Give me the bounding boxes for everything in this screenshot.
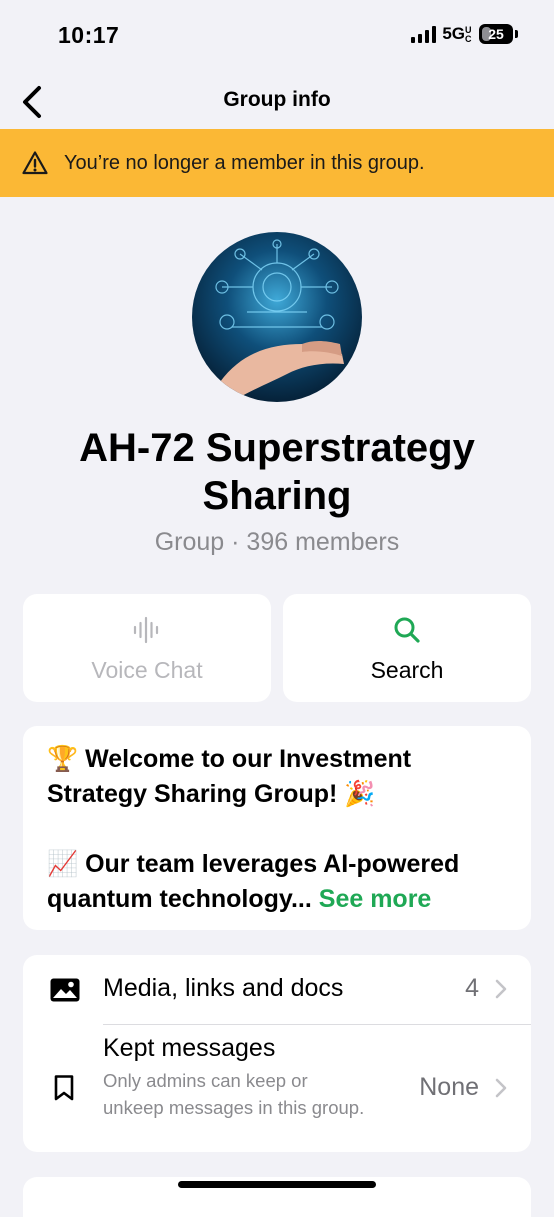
group-description-card: 🏆 Welcome to our Investment Strategy Sha… <box>23 726 531 930</box>
chevron-right-icon <box>495 1078 507 1103</box>
network-type: 5GUC <box>442 24 472 44</box>
battery-icon: 25 <box>479 24 513 44</box>
group-name: AH-72 Superstrategy Sharing <box>79 426 475 518</box>
navigation-bar: Group info <box>0 76 554 128</box>
search-icon <box>392 613 422 647</box>
battery-tip <box>515 30 518 38</box>
cellular-signal-icon <box>411 25 437 43</box>
image-icon <box>49 977 81 1008</box>
group-info-list: Media, links and docs 4 Kept messages On… <box>23 955 531 1152</box>
membership-warning-banner: You’re no longer a member in this group. <box>0 129 554 197</box>
media-links-docs-row[interactable]: Media, links and docs 4 <box>23 955 531 1024</box>
search-label: Search <box>370 656 444 683</box>
media-row-label: Media, links and docs <box>103 974 344 1002</box>
kept-messages-label: Kept messages <box>103 1034 276 1062</box>
status-bar: 10:17 5GUC 25 <box>0 0 554 76</box>
battery-level: 25 <box>488 26 504 42</box>
status-time: 10:17 <box>58 22 120 48</box>
voice-chat-button[interactable]: Voice Chat <box>23 594 271 702</box>
see-more-link[interactable]: See more <box>319 885 432 913</box>
warning-icon <box>22 150 48 176</box>
group-avatar[interactable] <box>192 232 362 402</box>
banner-text: You’re no longer a member in this group. <box>64 151 425 174</box>
home-indicator[interactable] <box>178 1181 376 1188</box>
waveform-icon <box>132 613 162 647</box>
group-member-count: Group · 396 members <box>154 528 400 556</box>
kept-messages-row[interactable]: Kept messages Only admins can keep or un… <box>23 1025 531 1152</box>
description-line-1: 🏆 Welcome to our Investment Strategy Sha… <box>47 745 412 808</box>
voice-chat-label: Voice Chat <box>91 656 203 683</box>
bookmark-icon <box>53 1074 75 1107</box>
description-line-2: 📈 Our team leverages AI-powered quantum … <box>47 847 511 917</box>
page-title: Group info <box>223 88 331 111</box>
kept-messages-value: None <box>419 1073 479 1101</box>
status-indicators: 5GUC 25 <box>411 24 518 44</box>
chevron-right-icon <box>495 979 507 1004</box>
kept-messages-description: Only admins can keep or unkeep messages … <box>103 1070 365 1118</box>
search-button[interactable]: Search <box>283 594 531 702</box>
media-count: 4 <box>465 974 479 1002</box>
